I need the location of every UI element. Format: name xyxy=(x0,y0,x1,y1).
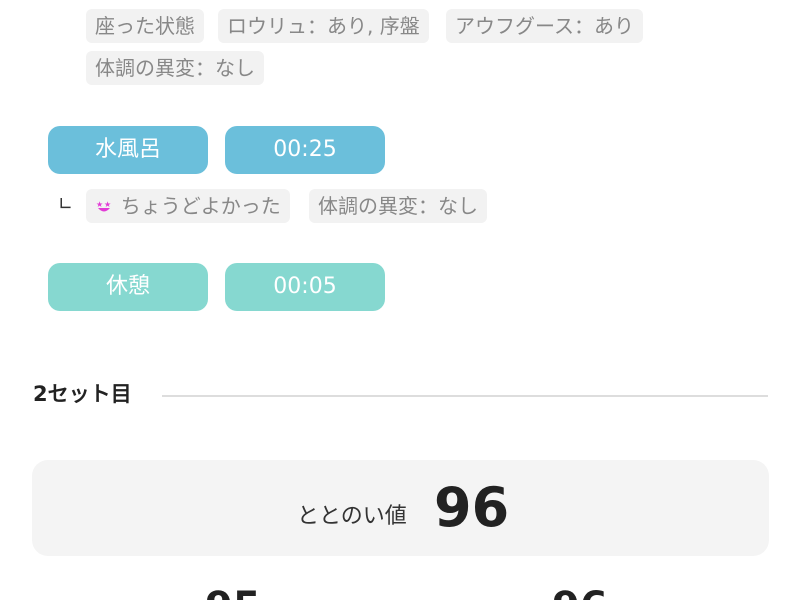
cold-bath-time-pill: 00:25 xyxy=(225,126,385,174)
cold-bath-label-pill: 水風呂 xyxy=(48,126,208,174)
totonoi-value: 96 xyxy=(434,476,510,539)
partial-number-left: 95 xyxy=(205,584,261,600)
tag-sitting-posture: 座った状態 xyxy=(86,9,204,43)
svg-text:★: ★ xyxy=(104,200,111,209)
section-divider xyxy=(162,395,768,397)
grinning-face-with-stars-icon: ★ ★ xyxy=(95,197,119,218)
session-detail-page: 座った状態 ロウリュ：あり, 序盤 アウフグース：あり 体調の異変：なし 水風呂… xyxy=(0,0,800,600)
partial-number-right: 96 xyxy=(552,584,608,600)
feeling-text: ちょうどよかった xyxy=(120,194,281,218)
tag-loyly: ロウリュ：あり, 序盤 xyxy=(218,9,429,43)
rest-label-pill: 休憩 xyxy=(48,263,208,311)
tag-cold-bath-condition: 体調の異変：なし xyxy=(309,189,487,223)
tag-condition-change: 体調の異変：なし xyxy=(86,51,264,85)
tag-cold-bath-feeling: ★ ★ ちょうどよかった xyxy=(86,189,290,223)
set-2-title: 2セット目 xyxy=(33,382,132,406)
branch-marker: ∟ xyxy=(58,194,74,215)
rest-time-pill: 00:05 xyxy=(225,263,385,311)
totonoi-label: ととのい値 xyxy=(297,504,407,529)
svg-text:★: ★ xyxy=(96,200,103,209)
tag-aufguss: アウフグース：あり xyxy=(446,9,643,43)
